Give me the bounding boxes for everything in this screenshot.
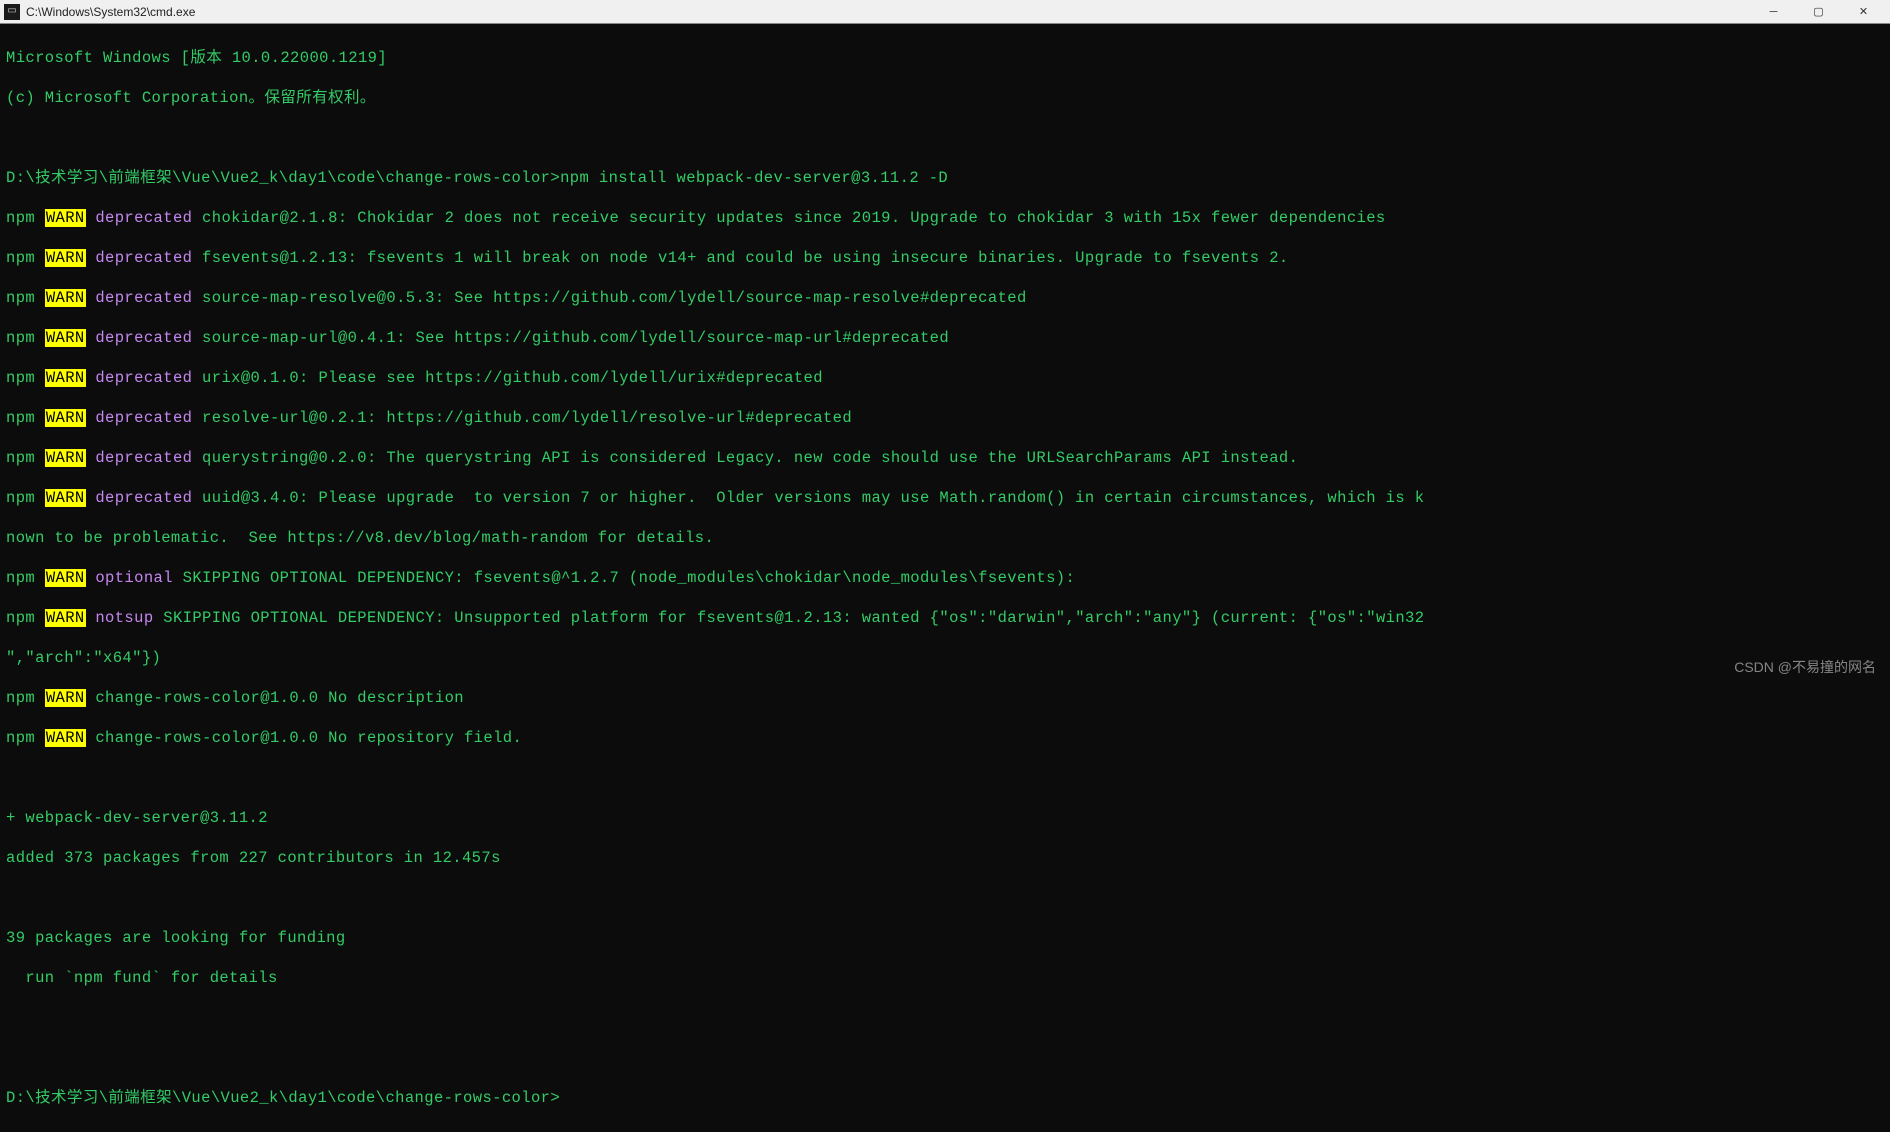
warn-badge: WARN xyxy=(45,209,86,227)
window-controls: ─ ▢ ✕ xyxy=(1751,0,1886,24)
prompt-path: D:\技术学习\前端框架\Vue\Vue2_k\day1\code\change… xyxy=(6,1089,560,1107)
blank-line xyxy=(6,768,1884,788)
deprecated-label: deprecated xyxy=(95,209,192,227)
blank-line xyxy=(6,128,1884,148)
window-titlebar: ▭ C:\Windows\System32\cmd.exe ─ ▢ ✕ xyxy=(0,0,1890,24)
warn-line: npm WARN change-rows-color@1.0.0 No repo… xyxy=(6,728,1884,748)
warn-line: npm WARN change-rows-color@1.0.0 No desc… xyxy=(6,688,1884,708)
minimize-button[interactable]: ─ xyxy=(1751,0,1796,24)
header-line: Microsoft Windows [版本 10.0.22000.1219] xyxy=(6,48,1884,68)
blank-line xyxy=(6,1048,1884,1068)
maximize-button[interactable]: ▢ xyxy=(1796,0,1841,24)
warn-line: npm WARN deprecated resolve-url@0.2.1: h… xyxy=(6,408,1884,428)
warn-line: npm WARN deprecated source-map-url@0.4.1… xyxy=(6,328,1884,348)
blank-line xyxy=(6,1008,1884,1028)
close-button[interactable]: ✕ xyxy=(1841,0,1886,24)
prompt-line: D:\技术学习\前端框架\Vue\Vue2_k\day1\code\change… xyxy=(6,168,1884,188)
optional-label: optional xyxy=(95,569,173,587)
cmd-icon: ▭ xyxy=(4,4,20,20)
warn-line: npm WARN deprecated urix@0.1.0: Please s… xyxy=(6,368,1884,388)
notsup-label: notsup xyxy=(95,609,153,627)
window-title: C:\Windows\System32\cmd.exe xyxy=(26,2,1751,22)
typed-command: npm install webpack-dev-server@3.11.2 -D xyxy=(560,169,948,187)
warn-line: npm WARN notsup SKIPPING OPTIONAL DEPEND… xyxy=(6,608,1884,628)
prompt-path: D:\技术学习\前端框架\Vue\Vue2_k\day1\code\change… xyxy=(6,169,560,187)
warn-msg: chokidar@2.1.8: Chokidar 2 does not rece… xyxy=(202,209,1386,227)
warn-line: npm WARN optional SKIPPING OPTIONAL DEPE… xyxy=(6,568,1884,588)
wrap-line: nown to be problematic. See https://v8.d… xyxy=(6,528,1884,548)
warn-line: npm WARN deprecated chokidar@2.1.8: Chok… xyxy=(6,208,1884,228)
npm-label: npm xyxy=(6,209,35,227)
watermark: CSDN @不易撞的网名 xyxy=(1734,657,1876,677)
header-line: (c) Microsoft Corporation。保留所有权利。 xyxy=(6,88,1884,108)
warn-line: npm WARN deprecated fsevents@1.2.13: fse… xyxy=(6,248,1884,268)
wrap-line: ","arch":"x64"}) xyxy=(6,648,1884,668)
funding-line: run `npm fund` for details xyxy=(6,968,1884,988)
warn-line: npm WARN deprecated querystring@0.2.0: T… xyxy=(6,448,1884,468)
terminal-output[interactable]: Microsoft Windows [版本 10.0.22000.1219] (… xyxy=(0,24,1890,1132)
funding-line: 39 packages are looking for funding xyxy=(6,928,1884,948)
result-summary: added 373 packages from 227 contributors… xyxy=(6,848,1884,868)
warn-line: npm WARN deprecated uuid@3.4.0: Please u… xyxy=(6,488,1884,508)
blank-line xyxy=(6,888,1884,908)
result-added: + webpack-dev-server@3.11.2 xyxy=(6,808,1884,828)
prompt-line: D:\技术学习\前端框架\Vue\Vue2_k\day1\code\change… xyxy=(6,1088,1884,1108)
warn-line: npm WARN deprecated source-map-resolve@0… xyxy=(6,288,1884,308)
